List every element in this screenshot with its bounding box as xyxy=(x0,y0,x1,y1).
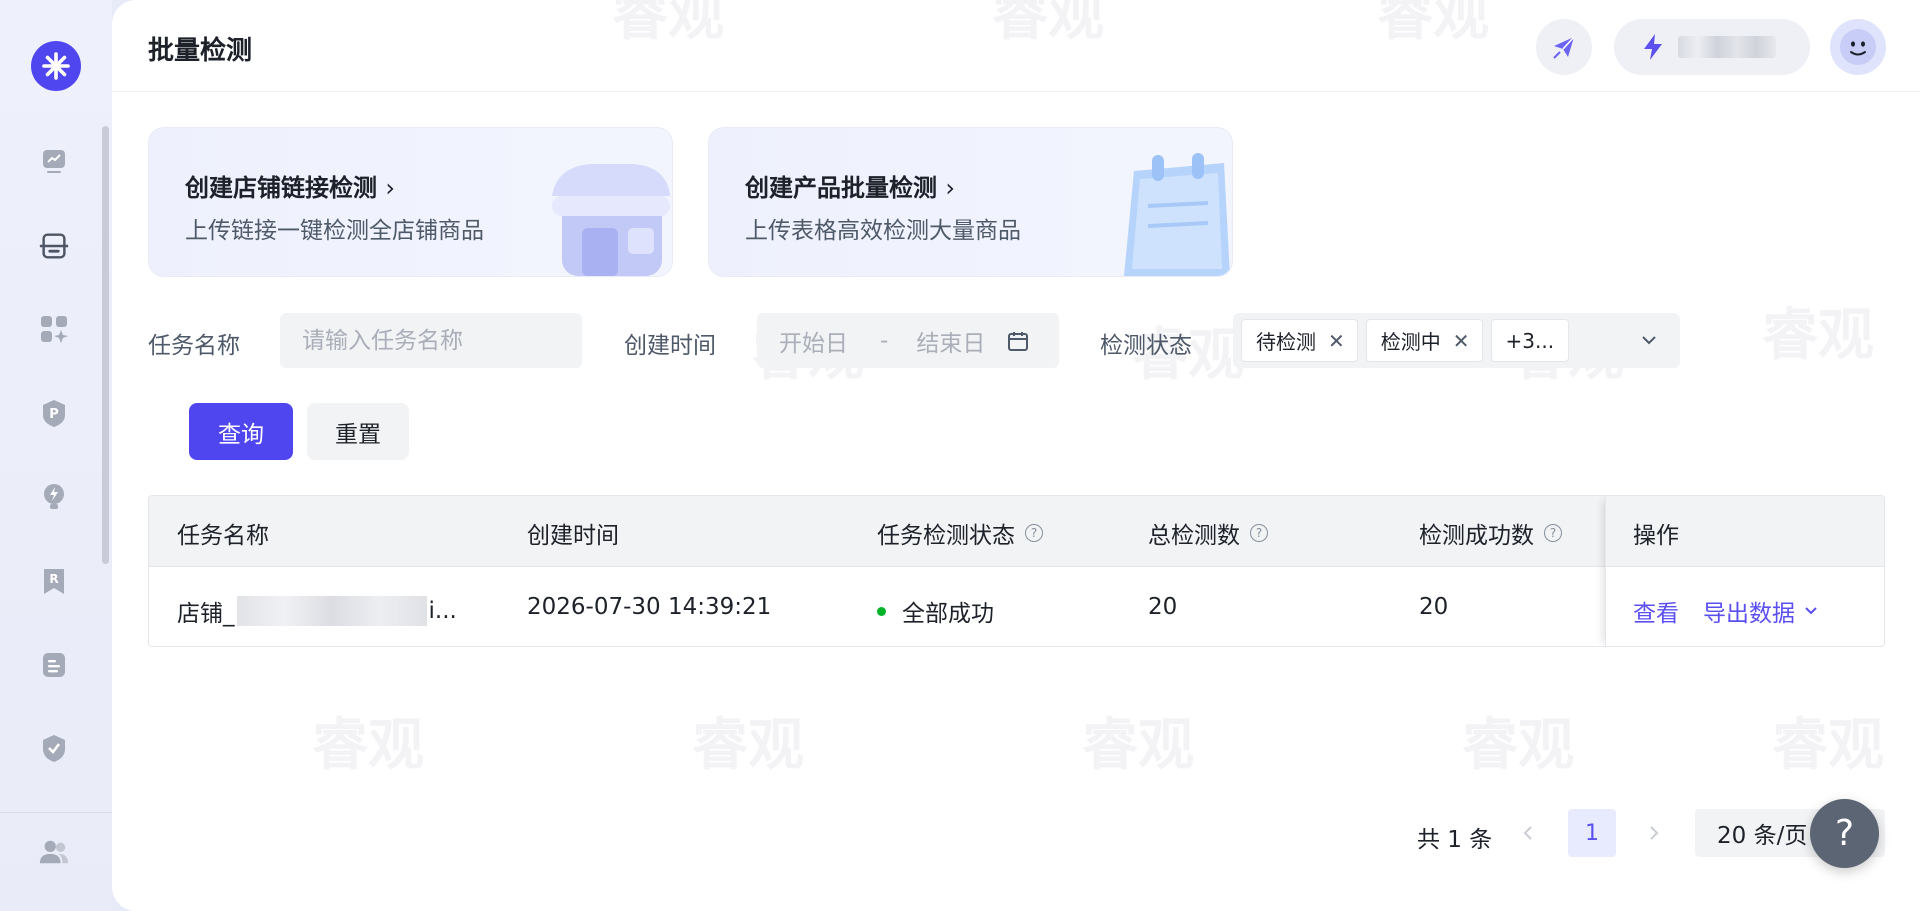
shield-check-icon[interactable] xyxy=(38,732,70,764)
task-name-label: 任务名称 xyxy=(148,333,240,359)
page-1-button[interactable]: 1 xyxy=(1568,809,1616,857)
query-button[interactable]: 查询 xyxy=(189,403,293,460)
paper-plane-icon xyxy=(1553,36,1575,59)
chevron-left-icon xyxy=(1523,826,1532,840)
main-panel: 睿观 睿观 睿观 睿观 睿观 睿观 睿观 睿观 睿观 睿观 睿观 睿观 批量检测… xyxy=(112,0,1920,911)
notebook-illustration-icon xyxy=(1124,153,1230,276)
watermark: 睿观 xyxy=(692,713,804,778)
watermark: 睿观 xyxy=(1772,713,1884,778)
feedback-send-button[interactable] xyxy=(1536,19,1592,75)
reset-button[interactable]: 重置 xyxy=(307,403,409,460)
question-mark-icon: ? xyxy=(1834,813,1855,854)
card-title: 创建产品批量检测 › xyxy=(745,174,955,202)
sidebar-divider xyxy=(0,812,112,813)
pagination-total: 共 1 条 xyxy=(1417,827,1493,853)
help-circle-icon[interactable]: ? xyxy=(1250,524,1268,542)
task-table: 任务名称 创建时间 任务检测状态? 总检测数? 检测成功数? 店铺_ i... … xyxy=(148,495,1885,647)
svg-text:P: P xyxy=(49,407,59,422)
watermark: 睿观 xyxy=(1762,303,1874,368)
task-name-input[interactable] xyxy=(302,327,582,354)
sidebar-scrollbar[interactable] xyxy=(102,126,109,564)
status-tag-pending: 待检测 ✕ xyxy=(1241,319,1358,362)
bulb-lightning-icon[interactable] xyxy=(38,481,70,513)
card-desc: 上传链接一键检测全店铺商品 xyxy=(185,218,484,244)
card-title: 创建店铺链接检测 › xyxy=(185,174,395,202)
page-title: 批量检测 xyxy=(148,36,253,66)
watermark: 睿观 xyxy=(1082,713,1194,778)
shop-illustration-icon xyxy=(552,164,670,276)
redacted-name xyxy=(236,596,427,626)
apps-grid-icon[interactable] xyxy=(38,313,70,345)
next-page-button[interactable] xyxy=(1630,809,1678,857)
status-tag-more: +3... xyxy=(1490,319,1570,362)
cell-success-count: 20 xyxy=(1419,594,1449,620)
batch-detect-icon[interactable] xyxy=(38,230,70,262)
card-desc: 上传表格高效检测大量商品 xyxy=(745,218,1021,244)
prev-page-button[interactable] xyxy=(1504,809,1552,857)
column-total-count: 总检测数? xyxy=(1148,516,1268,550)
start-date-placeholder[interactable]: 开始日 xyxy=(779,324,848,358)
create-product-batch-card[interactable]: 创建产品批量检测 › 上传表格高效检测大量商品 xyxy=(708,127,1233,277)
lightning-icon xyxy=(1644,34,1662,60)
status-dot-icon xyxy=(877,606,886,616)
help-circle-icon[interactable]: ? xyxy=(1544,524,1562,542)
close-icon[interactable]: ✕ xyxy=(1328,329,1345,353)
credits-pill[interactable] xyxy=(1614,19,1810,75)
help-circle-icon[interactable]: ? xyxy=(1025,524,1043,542)
help-button[interactable]: ? xyxy=(1810,799,1879,868)
patent-p-icon[interactable]: P xyxy=(38,397,70,429)
chevron-down-icon xyxy=(1642,336,1656,345)
document-list-icon[interactable] xyxy=(38,649,70,681)
column-created-time: 创建时间 xyxy=(527,523,619,549)
create-shop-link-card[interactable]: 创建店铺链接检测 › 上传链接一键检测全店铺商品 xyxy=(148,127,673,277)
range-separator: - xyxy=(880,327,889,354)
watermark: 睿观 xyxy=(312,713,424,778)
close-icon[interactable]: ✕ xyxy=(1453,329,1470,353)
cell-task-status: 全部成功 xyxy=(877,594,994,628)
sidebar: P R xyxy=(0,0,112,911)
column-actions: 操作 xyxy=(1633,523,1679,549)
date-range-picker[interactable]: 开始日 - 结束日 xyxy=(757,313,1059,368)
user-avatar[interactable] xyxy=(1830,19,1886,75)
export-data-dropdown[interactable]: 导出数据 xyxy=(1703,594,1819,628)
row-actions: 查看 导出数据 xyxy=(1633,594,1819,628)
cell-total-count: 20 xyxy=(1148,594,1178,620)
credits-value-redacted xyxy=(1678,36,1776,58)
trademark-r-icon[interactable]: R xyxy=(38,565,70,597)
users-group-icon[interactable] xyxy=(38,836,70,868)
calendar-icon xyxy=(1008,331,1029,351)
chevron-down-icon xyxy=(1805,607,1817,615)
view-link[interactable]: 查看 xyxy=(1633,594,1679,628)
page-header: 批量检测 xyxy=(112,0,1920,92)
column-success-count: 检测成功数? xyxy=(1419,516,1562,550)
status-tag-detecting: 检测中 ✕ xyxy=(1365,319,1483,362)
column-task-name: 任务名称 xyxy=(177,523,269,549)
watermark: 睿观 xyxy=(1462,713,1574,778)
detect-status-label: 检测状态 xyxy=(1100,333,1192,359)
created-time-label: 创建时间 xyxy=(624,333,716,359)
column-task-status: 任务检测状态? xyxy=(877,516,1043,550)
dashboard-chart-icon[interactable] xyxy=(38,145,70,177)
chevron-right-icon: › xyxy=(945,174,955,202)
svg-text:R: R xyxy=(49,572,58,586)
cell-task-name: 店铺_ i... xyxy=(177,596,457,627)
cell-created-time: 2026-07-30 14:39:21 xyxy=(527,594,772,620)
task-name-field[interactable] xyxy=(280,313,582,368)
end-date-placeholder[interactable]: 结束日 xyxy=(916,324,985,358)
chevron-right-icon: › xyxy=(385,174,395,202)
app-logo-icon[interactable] xyxy=(31,41,81,91)
status-multiselect[interactable]: 待检测 ✕ 检测中 ✕ +3... xyxy=(1233,313,1680,368)
smiley-avatar-icon xyxy=(1840,29,1876,65)
actions-column: 操作 查看 导出数据 xyxy=(1605,496,1884,646)
chevron-right-icon xyxy=(1650,826,1659,840)
